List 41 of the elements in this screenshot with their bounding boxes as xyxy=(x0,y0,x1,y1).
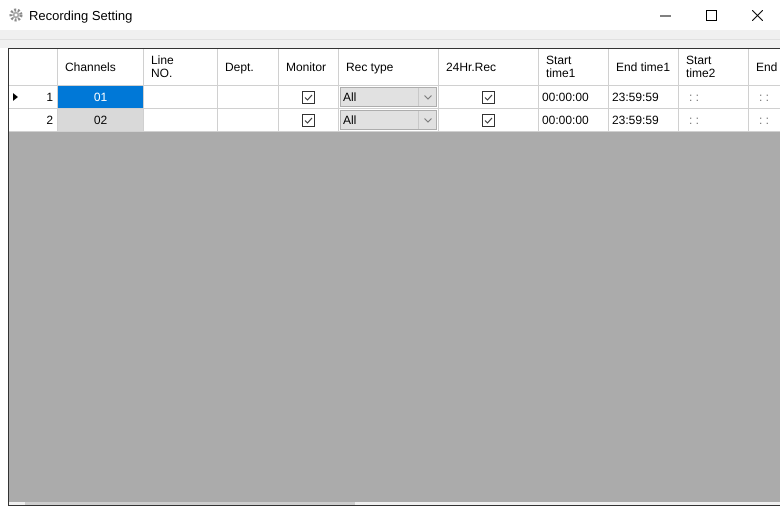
checkbox[interactable] xyxy=(302,114,315,126)
table-cell[interactable]: 23:59:59 xyxy=(609,109,679,132)
table-cell[interactable] xyxy=(144,109,218,132)
current-row-icon xyxy=(13,93,18,101)
table-cell[interactable]: 00:00:00 xyxy=(539,109,609,132)
table-cell[interactable]: : : xyxy=(679,86,749,109)
column-header[interactable]: End time1 xyxy=(609,49,679,86)
table-cell[interactable]: 23:59:59 xyxy=(609,86,679,109)
caret-icon xyxy=(424,118,432,122)
row-header[interactable]: 2 xyxy=(9,109,58,132)
column-header[interactable]: Start time1 xyxy=(539,49,609,86)
table-cell[interactable]: 01 xyxy=(58,86,144,109)
column-header[interactable]: Start time2 xyxy=(679,49,749,86)
maximize-icon xyxy=(706,10,716,20)
column-header[interactable]: Line NO. xyxy=(144,49,218,86)
table-cell[interactable] xyxy=(218,86,279,109)
scrollbar-thumb[interactable] xyxy=(25,502,355,505)
column-header[interactable]: Channels xyxy=(58,49,144,86)
table-cell[interactable] xyxy=(218,109,279,132)
column-header[interactable]: End xyxy=(749,49,780,86)
window-title: Recording Setting xyxy=(29,8,134,22)
column-header[interactable]: Rec type xyxy=(339,49,439,86)
column-header[interactable]: Dept. xyxy=(218,49,279,86)
table-cell[interactable] xyxy=(144,86,218,109)
header-corner xyxy=(9,49,58,86)
checkbox[interactable] xyxy=(482,114,495,126)
table-cell[interactable]: : : xyxy=(679,109,749,132)
checkbox[interactable] xyxy=(302,90,315,104)
caret-icon xyxy=(424,94,432,100)
rec-type-dropdown[interactable]: All xyxy=(340,87,437,107)
checkbox[interactable] xyxy=(482,90,495,104)
rec-type-dropdown[interactable]: All xyxy=(340,110,437,130)
table-cell[interactable]: 00:00:00 xyxy=(539,86,609,109)
table-cell[interactable]: 02 xyxy=(58,109,144,132)
close-icon xyxy=(752,10,762,20)
table-cell[interactable]: : : xyxy=(749,109,780,132)
column-header[interactable]: 24Hr.Rec xyxy=(439,49,539,86)
column-header[interactable]: Monitor xyxy=(279,49,339,86)
row-header[interactable]: 1 xyxy=(9,86,58,109)
gear-icon xyxy=(9,8,23,22)
table-cell[interactable]: : : xyxy=(749,86,780,109)
